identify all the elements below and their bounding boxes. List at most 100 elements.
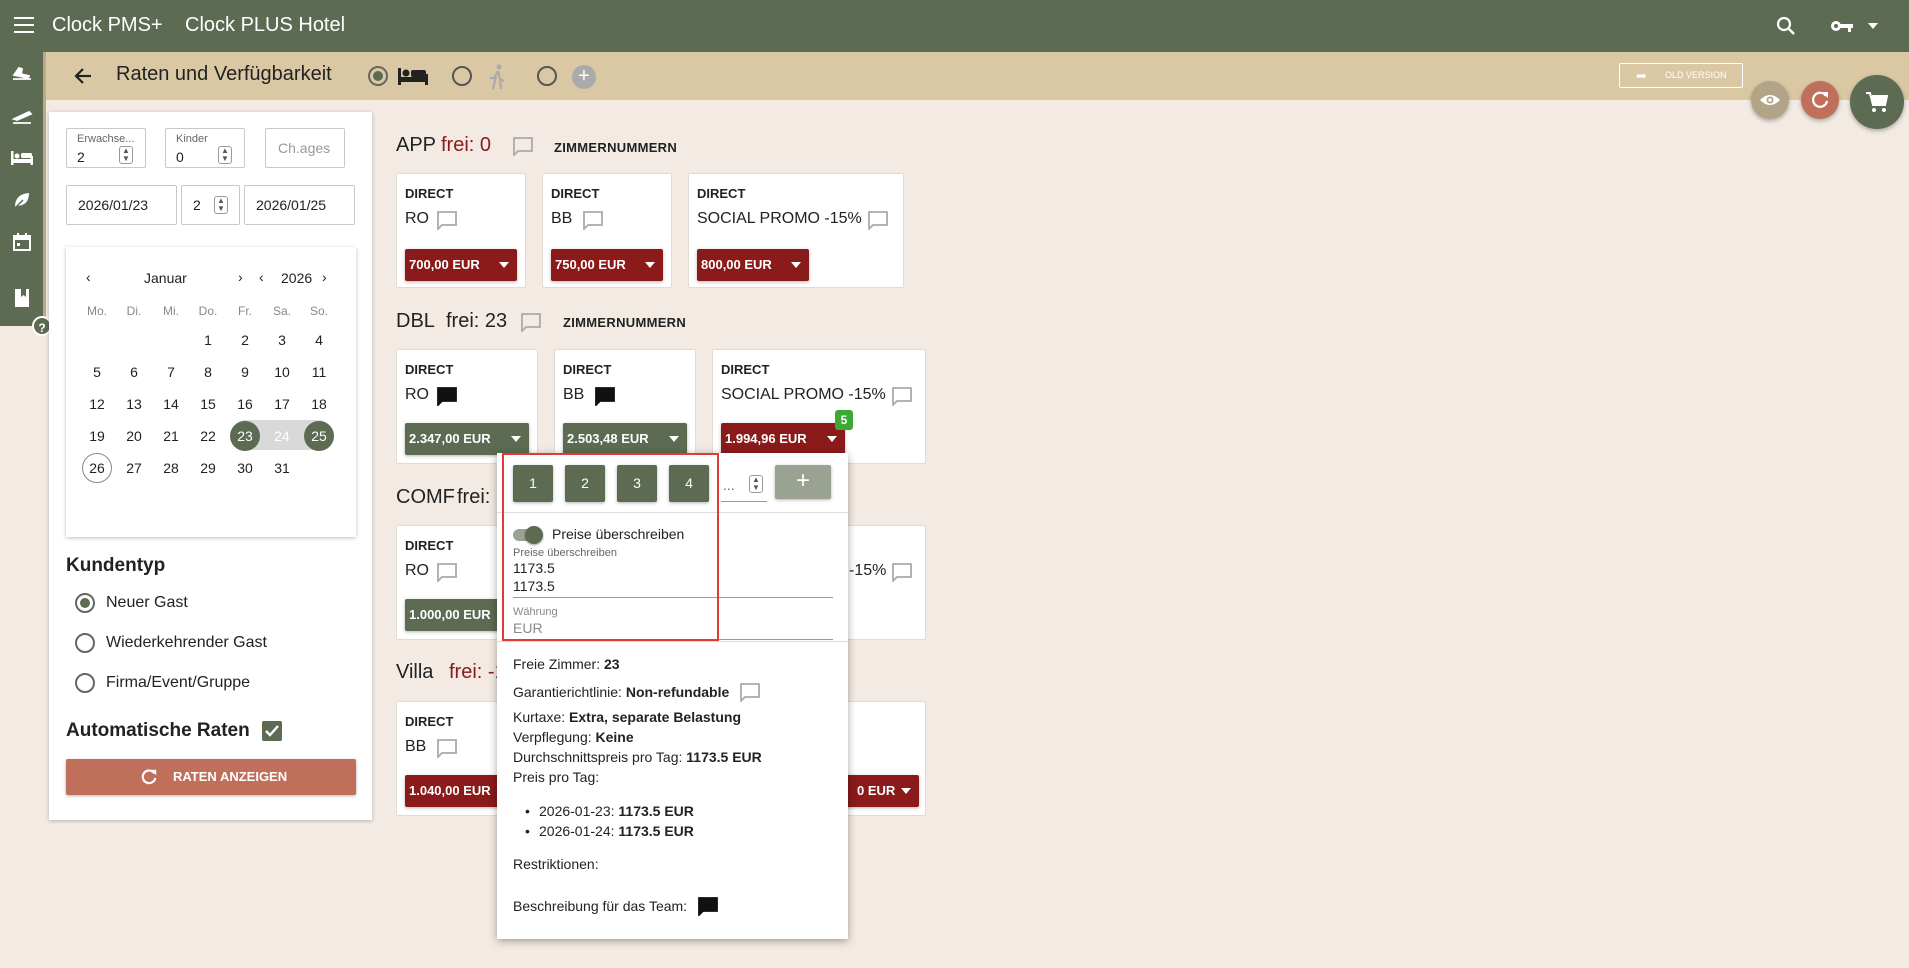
nights-field[interactable]: 2 ▲ ▼ <box>181 185 240 225</box>
comment-filled-icon[interactable] <box>436 386 458 411</box>
key-icon[interactable] <box>1830 17 1854 35</box>
customer-type-company-radio[interactable] <box>75 673 95 693</box>
comment-icon[interactable] <box>512 136 534 161</box>
calendar-day[interactable]: 8 <box>193 357 223 387</box>
calendar-day[interactable]: 3 <box>267 325 297 355</box>
calendar-day[interactable]: 25 <box>304 421 334 451</box>
view-mode-add-radio[interactable] <box>537 66 557 86</box>
rate-price-button[interactable]: 2.347,00 EUR <box>405 423 529 455</box>
rate-price-button[interactable]: 800,00 EUR <box>697 249 809 281</box>
cart-button[interactable] <box>1850 75 1904 129</box>
rate-price-button[interactable]: 750,00 EUR <box>551 249 663 281</box>
arrivals-icon[interactable] <box>8 60 36 88</box>
customer-type-returning-radio[interactable] <box>75 633 95 653</box>
auto-rates-checkbox[interactable] <box>262 721 282 741</box>
calendar-day[interactable]: 1 <box>193 325 223 355</box>
refresh-button[interactable] <box>1801 81 1839 119</box>
comment-icon[interactable] <box>582 210 604 235</box>
chevron-down-icon[interactable] <box>1868 23 1878 29</box>
room-numbers-link[interactable]: ZIMMERNUMMERN <box>563 315 686 330</box>
calendar-day[interactable]: 24 <box>267 421 297 451</box>
comment-icon[interactable] <box>891 386 913 411</box>
next-month-icon[interactable]: › <box>238 269 243 285</box>
calendar-day[interactable]: 26 <box>82 453 112 483</box>
arrival-date-field[interactable]: 2026/01/23 <box>66 185 177 225</box>
rate-price-button[interactable]: 2.503,48 EUR <box>563 423 687 455</box>
calendar-day[interactable]: 18 <box>304 389 334 419</box>
calendar-day[interactable]: 27 <box>119 453 149 483</box>
room-numbers-link[interactable]: ZIMMERNUMMERN <box>554 140 677 155</box>
customer-type-new-label[interactable]: Neuer Gast <box>106 594 188 612</box>
comment-filled-icon[interactable] <box>697 896 719 919</box>
calendar-day[interactable]: 28 <box>156 453 186 483</box>
show-rates-button[interactable]: RATEN ANZEIGEN <box>66 759 356 795</box>
calendar-day[interactable]: 11 <box>304 357 334 387</box>
comment-icon[interactable] <box>436 738 458 763</box>
rate-price-button[interactable]: 1.994,96 EUR <box>721 423 845 455</box>
calendar-day[interactable]: 20 <box>119 421 149 451</box>
calendar-day[interactable]: 16 <box>230 389 260 419</box>
back-arrow-icon[interactable] <box>73 66 93 86</box>
bed-nav-icon[interactable] <box>8 144 36 172</box>
calendar-day[interactable]: 31 <box>267 453 297 483</box>
calendar-day[interactable]: 19 <box>82 421 112 451</box>
room-count-input[interactable]: ... ▲ ▼ <box>721 465 767 502</box>
preview-button[interactable] <box>1751 81 1789 119</box>
calendar-day[interactable]: 12 <box>82 389 112 419</box>
nights-stepper[interactable]: ▲ ▼ <box>214 196 228 214</box>
calendar-day[interactable]: 10 <box>267 357 297 387</box>
comment-icon[interactable] <box>520 312 542 337</box>
menu-icon[interactable] <box>14 17 34 33</box>
add-room-button[interactable]: + <box>775 465 831 499</box>
room-count-stepper[interactable]: ▲ ▼ <box>749 475 763 493</box>
customer-type-returning-label[interactable]: Wiederkehrender Gast <box>106 634 267 652</box>
search-icon[interactable] <box>1776 16 1796 36</box>
departures-icon[interactable] <box>8 102 36 130</box>
adults-field[interactable]: Erwachse... 2 ▲ ▼ <box>66 128 146 168</box>
adults-stepper[interactable]: ▲ ▼ <box>119 146 133 164</box>
bookmark-book-icon[interactable] <box>8 284 36 312</box>
tax-line: Kurtaxe: Extra, separate Belastung <box>513 709 741 725</box>
calendar-day[interactable]: 23 <box>230 421 260 451</box>
calendar-day[interactable]: 15 <box>193 389 223 419</box>
calendar-day[interactable]: 29 <box>193 453 223 483</box>
children-field[interactable]: Kinder 0 ▲ ▼ <box>165 128 245 168</box>
calendar-day[interactable]: 17 <box>267 389 297 419</box>
calendar-day[interactable]: 13 <box>119 389 149 419</box>
comment-icon[interactable] <box>739 682 761 705</box>
calendar-day[interactable]: 14 <box>156 389 186 419</box>
calendar-day[interactable]: 6 <box>119 357 149 387</box>
calendar-day[interactable]: 30 <box>230 453 260 483</box>
calendar-day[interactable]: 5 <box>82 357 112 387</box>
view-mode-walkin-radio[interactable] <box>452 66 472 86</box>
calendar-day[interactable]: 21 <box>156 421 186 451</box>
rate-card: DIRECT SOCIAL PROMO -15% 800,00 EUR <box>688 173 904 288</box>
children-stepper[interactable]: ▲ ▼ <box>218 146 232 164</box>
customer-type-company-label[interactable]: Firma/Event/Gruppe <box>106 674 250 692</box>
comment-icon[interactable] <box>436 210 458 235</box>
calendar-day[interactable]: 22 <box>193 421 223 451</box>
rate-price-button[interactable]: 700,00 EUR <box>405 249 517 281</box>
calendar-day[interactable]: 4 <box>304 325 334 355</box>
calendar-icon[interactable] <box>8 228 36 256</box>
next-year-icon[interactable]: › <box>322 269 327 285</box>
leaf-icon[interactable] <box>8 186 36 214</box>
view-mode-beds-radio[interactable] <box>368 66 388 86</box>
comment-icon[interactable] <box>891 562 913 587</box>
old-version-button[interactable]: ➦ OLD VERSION <box>1619 63 1743 88</box>
comment-icon[interactable] <box>867 210 889 235</box>
calendar-day[interactable]: 9 <box>230 357 260 387</box>
rate-name: RO <box>405 386 429 403</box>
comment-icon[interactable] <box>436 562 458 587</box>
calendar-year[interactable]: 2026 <box>281 270 312 286</box>
hotel-name[interactable]: Clock PLUS Hotel <box>185 14 345 37</box>
customer-type-new-radio[interactable] <box>75 593 95 613</box>
departure-date-field[interactable]: 2026/01/25 <box>244 185 355 225</box>
comment-filled-icon[interactable] <box>594 386 616 411</box>
calendar-month[interactable]: Januar <box>144 270 187 286</box>
prev-month-icon[interactable]: ‹ <box>86 269 91 285</box>
calendar-day[interactable]: 7 <box>156 357 186 387</box>
prev-year-icon[interactable]: ‹ <box>259 269 264 285</box>
child-ages-field[interactable]: Ch.ages <box>265 128 345 168</box>
calendar-day[interactable]: 2 <box>230 325 260 355</box>
